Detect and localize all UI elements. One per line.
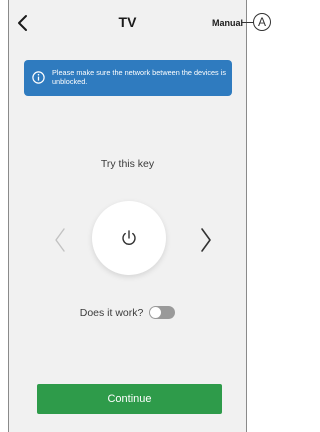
page-title: TV xyxy=(118,14,137,30)
header: TV Manual xyxy=(9,0,246,44)
toggle-knob xyxy=(150,307,162,318)
manual-button[interactable]: Manual xyxy=(212,18,243,28)
does-it-work-toggle[interactable] xyxy=(149,306,176,319)
try-key-prompt: Try this key xyxy=(100,158,155,170)
does-it-work-row: Does it work? xyxy=(9,306,246,322)
info-icon xyxy=(32,71,45,84)
power-key-button[interactable] xyxy=(92,201,166,275)
does-it-work-label: Does it work? xyxy=(79,306,144,319)
chevron-right-icon xyxy=(201,228,211,252)
previous-key-button[interactable] xyxy=(53,227,67,253)
power-icon xyxy=(122,230,136,245)
next-key-button[interactable] xyxy=(199,227,213,253)
phone-screen: TV Manual Please make sure the network b… xyxy=(8,0,247,432)
banner-text: Please make sure the network between the… xyxy=(52,68,227,86)
callout-marker: A xyxy=(253,13,271,31)
continue-button[interactable]: Continue xyxy=(37,384,222,414)
network-info-banner: Please make sure the network between the… xyxy=(24,60,232,96)
chevron-left-icon xyxy=(55,228,65,252)
